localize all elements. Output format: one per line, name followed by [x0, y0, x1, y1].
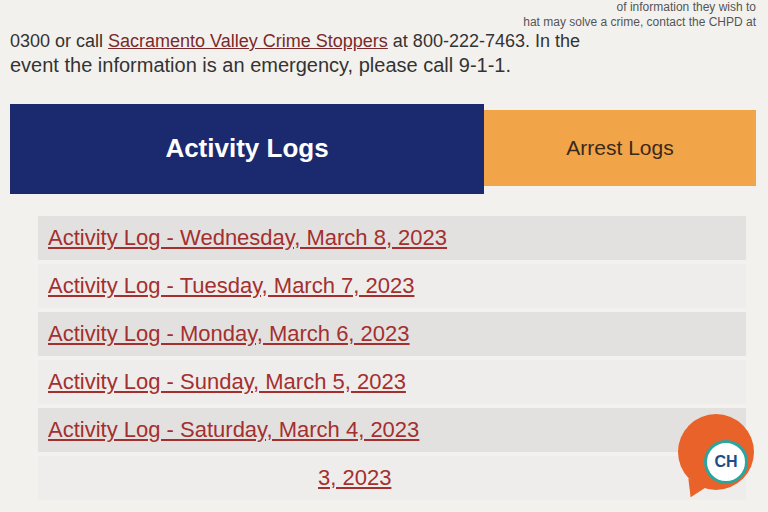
intro-line: hat may solve a crime, contact the CHPD …: [10, 15, 756, 30]
log-link[interactable]: Activity Log - Saturday, March 4, 2023: [48, 417, 419, 443]
activity-log-list: Activity Log - Wednesday, March 8, 2023 A…: [10, 194, 756, 500]
log-row: Activity Log - Wednesday, March 8, 2023: [38, 216, 746, 260]
log-link[interactable]: 3, 2023: [48, 465, 391, 491]
intro-line: 0300 or call Sacramento Valley Crime Sto…: [10, 30, 756, 53]
log-tabs: Activity LogsArrest Logs: [10, 104, 756, 194]
log-row: Activity Log - Monday, March 6, 2023: [38, 312, 746, 356]
intro-line: event the information is an emergency, p…: [10, 53, 756, 78]
crime-stoppers-link[interactable]: Sacramento Valley Crime Stoppers: [108, 31, 388, 51]
log-link[interactable]: Activity Log - Tuesday, March 7, 2023: [48, 273, 414, 299]
log-tab[interactable]: Arrest Logs: [484, 110, 756, 186]
log-row: Activity Log - Tuesday, March 7, 2023: [38, 264, 746, 308]
intro-line: of information they wish to: [10, 0, 756, 15]
intro-text-part: 0300 or call: [10, 31, 108, 51]
log-link[interactable]: Activity Log - Sunday, March 5, 2023: [48, 369, 406, 395]
intro-text: of information they wish tohat may solve…: [10, 0, 756, 78]
log-tab[interactable]: Activity Logs: [10, 104, 484, 194]
log-row: Activity Log - Saturday, March 4, 2023: [38, 408, 746, 452]
log-row: Activity Log - Sunday, March 5, 2023: [38, 360, 746, 404]
intro-text-part: at 800-222-7463. In the: [388, 31, 580, 51]
chat-logo: CH: [704, 440, 748, 484]
log-link[interactable]: Activity Log - Wednesday, March 8, 2023: [48, 225, 447, 251]
log-row: 3, 2023: [38, 456, 746, 500]
chat-widget-button[interactable]: CH: [678, 414, 754, 490]
log-link[interactable]: Activity Log - Monday, March 6, 2023: [48, 321, 410, 347]
